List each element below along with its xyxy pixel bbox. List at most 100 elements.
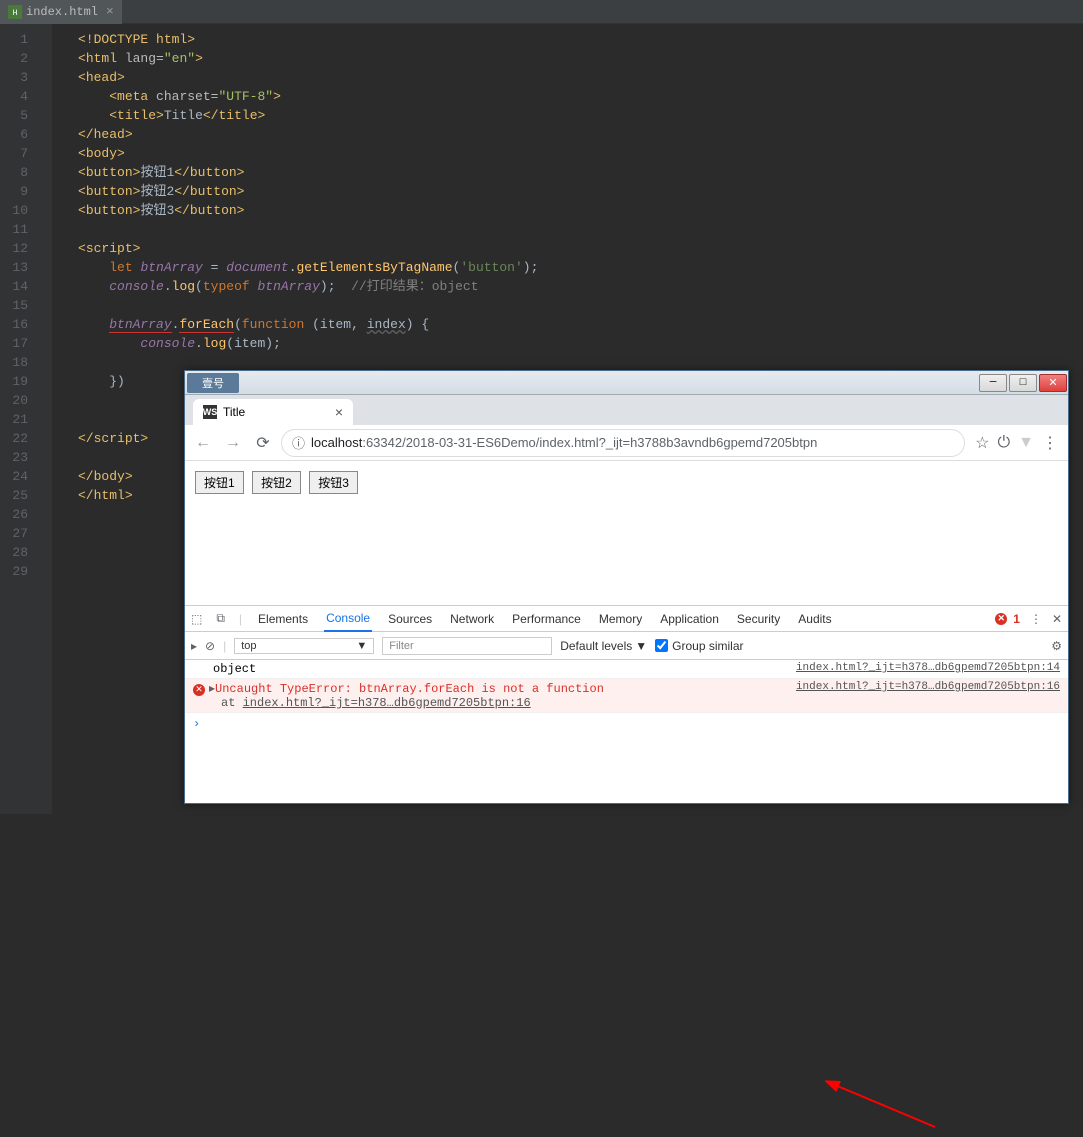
line-number: 8 <box>0 163 28 182</box>
line-number: 6 <box>0 125 28 144</box>
chrome-tab-close-icon[interactable]: × <box>335 404 343 420</box>
webstorm-favicon-icon: WS <box>203 405 217 419</box>
line-number: 23 <box>0 448 28 467</box>
clear-console-icon[interactable]: ⊘ <box>205 639 215 653</box>
tab-application[interactable]: Application <box>658 606 721 632</box>
close-tab-icon[interactable]: × <box>106 4 114 19</box>
console-error-row: ✕▸Uncaught TypeError: btnArray.forEach i… <box>185 679 1068 713</box>
page-button-2[interactable]: 按钮2 <box>252 471 301 494</box>
tab-memory[interactable]: Memory <box>597 606 644 632</box>
chrome-tab[interactable]: WS Title × <box>193 399 353 425</box>
line-number: 16 <box>0 315 28 334</box>
tab-performance[interactable]: Performance <box>510 606 583 632</box>
address-bar: ← → ⟳ ⓘ localhost:63342/2018-03-31-ES6De… <box>185 425 1068 461</box>
group-similar-checkbox[interactable]: Group similar <box>655 639 743 653</box>
window-controls: ─ □ ✕ <box>978 372 1068 394</box>
inspect-icon[interactable]: ⬚ <box>191 612 202 626</box>
line-number: 1 <box>0 30 28 49</box>
line-number: 25 <box>0 486 28 505</box>
menu-icon[interactable]: ⋮ <box>1042 433 1058 453</box>
window-badge: 壹号 <box>187 373 239 393</box>
window-titlebar[interactable]: 壹号 ─ □ ✕ <box>185 371 1068 395</box>
fold-column <box>38 24 52 814</box>
code-line: <!DOCTYPE html> <box>78 32 195 47</box>
line-number: 3 <box>0 68 28 87</box>
level-select[interactable]: Default levels ▼ <box>560 639 647 653</box>
log-message: object <box>193 662 796 676</box>
devtools-tabs: ⬚ ⧉ | Elements Console Sources Network P… <box>185 606 1068 632</box>
line-gutter: 1 2 3 4 5 6 7 8 9 10 11 12 13 14 15 16 1… <box>0 24 38 814</box>
line-number: 27 <box>0 524 28 543</box>
line-number: 7 <box>0 144 28 163</box>
page-button-1[interactable]: 按钮1 <box>195 471 244 494</box>
line-number: 13 <box>0 258 28 277</box>
tab-elements[interactable]: Elements <box>256 606 310 632</box>
log-source-link[interactable]: index.html?_ijt=h378…db6gpemd7205btpn:14 <box>796 662 1060 676</box>
url-input[interactable]: ⓘ localhost:63342/2018-03-31-ES6Demo/ind… <box>281 429 965 457</box>
annotation-arrow <box>825 1077 945 1137</box>
line-number: 21 <box>0 410 28 429</box>
console-log-row: object index.html?_ijt=h378…db6gpemd7205… <box>185 660 1068 679</box>
power-icon[interactable]: ⏻ <box>998 434 1011 452</box>
html-file-icon: H <box>8 5 22 19</box>
tab-security[interactable]: Security <box>735 606 782 632</box>
tab-console[interactable]: Console <box>324 606 372 632</box>
console-output: object index.html?_ijt=h378…db6gpemd7205… <box>185 660 1068 735</box>
error-source-link[interactable]: index.html?_ijt=h378…db6gpemd7205btpn:16 <box>796 681 1060 710</box>
forward-button[interactable]: → <box>221 431 245 455</box>
line-number: 20 <box>0 391 28 410</box>
back-button[interactable]: ← <box>191 431 215 455</box>
line-number: 24 <box>0 467 28 486</box>
line-number: 29 <box>0 562 28 581</box>
line-number: 22 <box>0 429 28 448</box>
tab-audits[interactable]: Audits <box>796 606 833 632</box>
ide-tab-bar: H index.html × <box>0 0 1083 24</box>
stack-link[interactable]: index.html?_ijt=h378…db6gpemd7205btpn:16 <box>243 696 531 710</box>
devtools-panel: ⬚ ⧉ | Elements Console Sources Network P… <box>185 605 1068 803</box>
close-button[interactable]: ✕ <box>1039 374 1067 392</box>
console-prompt[interactable]: › <box>185 713 1068 735</box>
browser-window: 壹号 ─ □ ✕ WS Title × ← → ⟳ ⓘ localhost:63… <box>184 370 1069 804</box>
svg-text:H: H <box>13 9 18 18</box>
maximize-button[interactable]: □ <box>1009 374 1037 392</box>
devtools-close-icon[interactable]: ✕ <box>1052 612 1062 626</box>
line-number: 10 <box>0 201 28 220</box>
error-count-badge[interactable]: ✕1 <box>995 612 1020 626</box>
url-host: localhost <box>311 435 362 450</box>
line-number: 19 <box>0 372 28 391</box>
line-number: 5 <box>0 106 28 125</box>
line-number: 12 <box>0 239 28 258</box>
chrome-tab-strip: WS Title × <box>185 395 1068 425</box>
console-toolbar: ▸ ⊘ | top▼ Filter Default levels ▼ Group… <box>185 632 1068 660</box>
chrome-tab-title: Title <box>223 405 245 419</box>
filter-input[interactable]: Filter <box>382 637 552 655</box>
device-icon[interactable]: ⧉ <box>216 611 225 626</box>
line-number: 2 <box>0 49 28 68</box>
bookmark-icon[interactable]: ☆ <box>975 433 989 453</box>
reload-button[interactable]: ⟳ <box>251 431 275 455</box>
line-number: 4 <box>0 87 28 106</box>
minimize-button[interactable]: ─ <box>979 374 1007 392</box>
toolbar-right: ☆ ⏻ ▼ ⋮ <box>971 433 1062 453</box>
settings-gear-icon[interactable]: ⚙ <box>1051 639 1062 653</box>
error-icon: ✕ <box>995 613 1007 625</box>
tab-sources[interactable]: Sources <box>386 606 434 632</box>
error-icon: ✕ <box>193 684 205 696</box>
kebab-icon[interactable]: ⋮ <box>1030 612 1042 626</box>
tab-network[interactable]: Network <box>448 606 496 632</box>
chevron-down-icon[interactable]: ▼ <box>1018 434 1034 452</box>
sidebar-toggle-icon[interactable]: ▸ <box>191 639 197 653</box>
info-icon[interactable]: ⓘ <box>292 433 305 452</box>
line-number: 17 <box>0 334 28 353</box>
page-viewport: 按钮1 按钮2 按钮3 <box>185 461 1068 504</box>
line-number: 11 <box>0 220 28 239</box>
line-number: 15 <box>0 296 28 315</box>
error-message: Uncaught TypeError: btnArray.forEach is … <box>215 682 604 696</box>
line-number: 14 <box>0 277 28 296</box>
line-number: 18 <box>0 353 28 372</box>
page-button-3[interactable]: 按钮3 <box>309 471 358 494</box>
line-number: 28 <box>0 543 28 562</box>
context-select[interactable]: top▼ <box>234 638 374 654</box>
line-number: 9 <box>0 182 28 201</box>
ide-file-tab[interactable]: H index.html × <box>0 0 122 24</box>
